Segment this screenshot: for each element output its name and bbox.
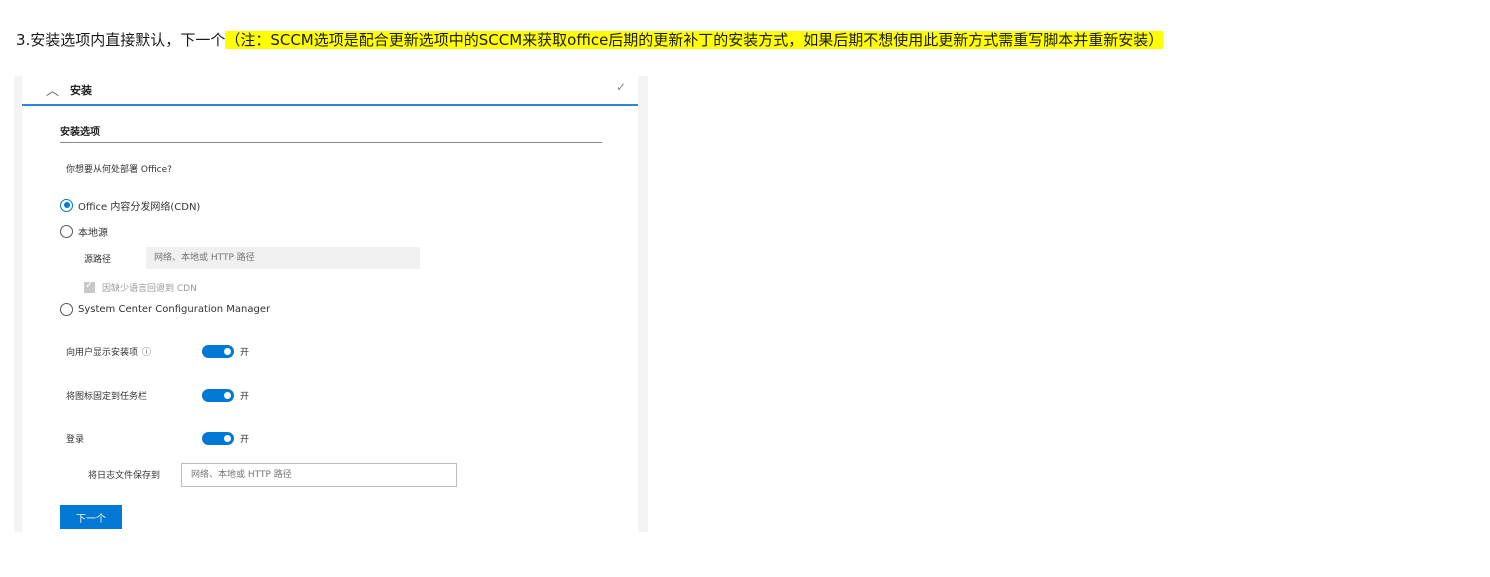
toggle-logging[interactable]: [202, 431, 234, 445]
toggle-show-install-state: 开: [240, 347, 250, 358]
instruction-text: 3.安装选项内直接默认，下一个（注：SCCM选项是配合更新选项中的SCCM来获取…: [16, 30, 1164, 50]
install-options-title: 安装选项: [60, 127, 100, 138]
log-path-label: 将日志文件保存到: [88, 471, 161, 481]
checkmark-icon: ✓: [615, 80, 626, 94]
fallback-cdn-checkbox-row: 因缺少语言回退到 CDN: [84, 280, 197, 294]
chevron-up-icon[interactable]: ︿: [46, 80, 59, 99]
section-header[interactable]: ︿ 安装 ✓: [22, 76, 638, 106]
info-icon[interactable]: ⓘ: [142, 345, 151, 358]
toggle-row-show-install: 向用户显示安装项 ⓘ 开: [66, 343, 249, 359]
toggle-row-logging: 登录 开: [66, 430, 249, 446]
toggle-show-install[interactable]: [202, 344, 234, 358]
source-path-label: 源路径: [84, 255, 112, 265]
next-button[interactable]: 下一个: [60, 505, 122, 529]
toggle-show-install-label: 向用户显示安装项: [66, 347, 139, 358]
log-path-input[interactable]: [181, 463, 457, 487]
toggle-pin-taskbar-state: 开: [240, 391, 250, 402]
section-divider: [60, 142, 602, 143]
radio-local-source[interactable]: 本地源: [60, 223, 108, 239]
toggle-logging-label: 登录: [66, 434, 85, 445]
toggle-pin-taskbar[interactable]: [202, 388, 234, 402]
radio-sccm-label: System Center Configuration Manager: [78, 303, 271, 315]
toggle-logging-state: 开: [240, 434, 250, 445]
instruction-prefix: 3.安装选项内直接默认，下一个: [16, 31, 226, 49]
install-panel-screenshot: ︿ 安装 ✓ 安装选项 你想要从何处部署 Office? Office 内容分发…: [14, 76, 648, 532]
radio-sccm[interactable]: System Center Configuration Manager: [60, 301, 270, 317]
toggle-pin-taskbar-label: 将图标固定到任务栏: [66, 391, 148, 402]
fallback-cdn-label: 因缺少语言回退到 CDN: [102, 284, 197, 294]
toggle-row-pin-taskbar: 将图标固定到任务栏 开: [66, 387, 249, 403]
deploy-question: 你想要从何处部署 Office?: [66, 165, 172, 175]
section-header-title: 安装: [70, 84, 92, 97]
source-path-input[interactable]: [146, 247, 420, 269]
radio-sccm-indicator[interactable]: [60, 302, 73, 316]
radio-cdn-label: Office 内容分发网络(CDN): [78, 201, 201, 213]
radio-local-source-label: 本地源: [78, 227, 108, 239]
radio-cdn-indicator[interactable]: [60, 198, 73, 212]
fallback-cdn-checkbox: [84, 280, 95, 293]
radio-local-source-indicator[interactable]: [60, 224, 73, 238]
install-panel: ︿ 安装 ✓ 安装选项 你想要从何处部署 Office? Office 内容分发…: [22, 76, 638, 532]
radio-cdn[interactable]: Office 内容分发网络(CDN): [60, 197, 200, 213]
instruction-note-highlight: （注：SCCM选项是配合更新选项中的SCCM来获取office后期的更新补丁的安…: [225, 31, 1164, 49]
